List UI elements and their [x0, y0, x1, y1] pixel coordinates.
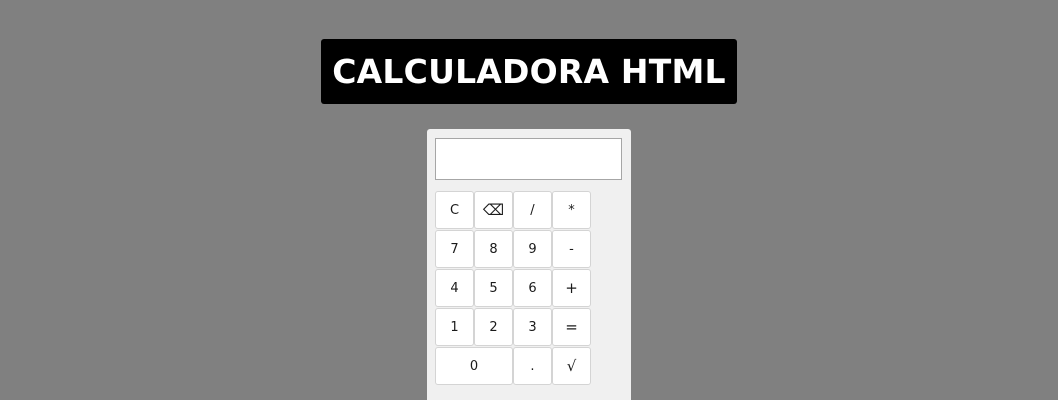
clear-button[interactable]: C	[435, 191, 474, 229]
digit-6-button[interactable]: 6	[513, 269, 552, 307]
page-title: CALCULADORA HTML	[332, 52, 726, 91]
digit-5-button[interactable]: 5	[474, 269, 513, 307]
digit-8-button[interactable]: 8	[474, 230, 513, 268]
minus-button[interactable]: -	[552, 230, 591, 268]
digit-4-button[interactable]: 4	[435, 269, 474, 307]
page: CALCULADORA HTML C ⌫ / * 7 8 9 - 4 5 6 +…	[0, 0, 1058, 400]
digit-9-button[interactable]: 9	[513, 230, 552, 268]
divide-button[interactable]: /	[513, 191, 552, 229]
multiply-button[interactable]: *	[552, 191, 591, 229]
equals-button[interactable]: =	[552, 308, 591, 346]
digit-3-button[interactable]: 3	[513, 308, 552, 346]
digit-7-button[interactable]: 7	[435, 230, 474, 268]
title-banner: CALCULADORA HTML	[321, 39, 737, 104]
plus-button[interactable]: +	[552, 269, 591, 307]
calculator: C ⌫ / * 7 8 9 - 4 5 6 + 1 2 3 = 0 . √	[427, 129, 631, 400]
digit-0-button[interactable]: 0	[435, 347, 513, 385]
digit-2-button[interactable]: 2	[474, 308, 513, 346]
decimal-button[interactable]: .	[513, 347, 552, 385]
calculator-display[interactable]	[435, 138, 622, 180]
backspace-button[interactable]: ⌫	[474, 191, 513, 229]
digit-1-button[interactable]: 1	[435, 308, 474, 346]
sqrt-button[interactable]: √	[552, 347, 591, 385]
